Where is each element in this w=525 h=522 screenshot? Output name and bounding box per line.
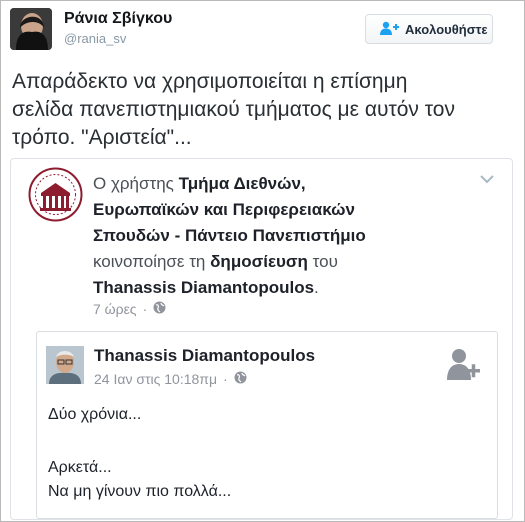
page-logo[interactable] bbox=[28, 167, 83, 222]
author-avatar[interactable] bbox=[46, 346, 84, 384]
post-link[interactable]: δημοσίευση bbox=[210, 252, 308, 271]
tweet-text-line: τρόπο. "Αριστεία"... bbox=[12, 126, 192, 149]
original-timestamp[interactable]: 24 Ιαν στις 10:18πμ bbox=[94, 371, 217, 387]
chevron-down-icon[interactable] bbox=[480, 171, 494, 189]
user-avatar[interactable] bbox=[10, 8, 52, 50]
of-word: του bbox=[312, 252, 338, 271]
share-meta: 7 ώρες · bbox=[93, 301, 166, 317]
add-user-icon bbox=[379, 21, 399, 38]
author-link[interactable]: Thanassis Diamantopoulos bbox=[93, 278, 314, 297]
follow-label: Ακολουθήστε bbox=[405, 21, 488, 37]
original-post-meta: 24 Ιαν στις 10:18πμ · bbox=[94, 371, 247, 387]
meta-separator: · bbox=[223, 371, 228, 387]
share-description: Ο χρήστης Τμήμα Διεθνών, Ευρωπαϊκών και Π… bbox=[93, 171, 453, 301]
share-time[interactable]: 7 ώρες bbox=[93, 301, 137, 317]
tweet-text-line: σελίδα πανεπιστημιακού τμήματος με αυτόν… bbox=[12, 98, 455, 121]
tweet-text-line: Απαράδεκτο να χρησιμοποιείται η επίσημη bbox=[12, 70, 408, 93]
post-text-line: Αρκετά... bbox=[48, 459, 112, 476]
globe-icon bbox=[234, 371, 247, 387]
meta-separator: · bbox=[142, 301, 148, 317]
post-text-line: Να μη γίνουν πιο πολλά... bbox=[48, 483, 232, 500]
display-name[interactable]: Ράνια Σβίγκου bbox=[64, 10, 172, 28]
original-post-card[interactable]: Thanassis Diamantopoulos 24 Ιαν στις 10:… bbox=[36, 331, 498, 519]
original-author-name[interactable]: Thanassis Diamantopoulos bbox=[94, 346, 315, 366]
share-prefix: Ο χρήστης bbox=[93, 174, 174, 193]
tweet-text: Απαράδεκτο να χρησιμοποιείται η επίσημη … bbox=[12, 68, 512, 152]
user-handle[interactable]: @rania_sv bbox=[64, 31, 126, 46]
post-text-line: Δύο χρόνια... bbox=[48, 406, 142, 423]
facebook-embed-card[interactable]: Ο χρήστης Τμήμα Διεθνών, Ευρωπαϊκών και Π… bbox=[10, 158, 513, 520]
follow-button[interactable]: Ακολουθήστε bbox=[365, 14, 493, 44]
globe-icon bbox=[153, 301, 166, 317]
add-friend-icon[interactable] bbox=[447, 348, 481, 385]
author-suffix: . bbox=[314, 278, 319, 297]
shared-word: κοινοποίησε τη bbox=[93, 252, 206, 271]
